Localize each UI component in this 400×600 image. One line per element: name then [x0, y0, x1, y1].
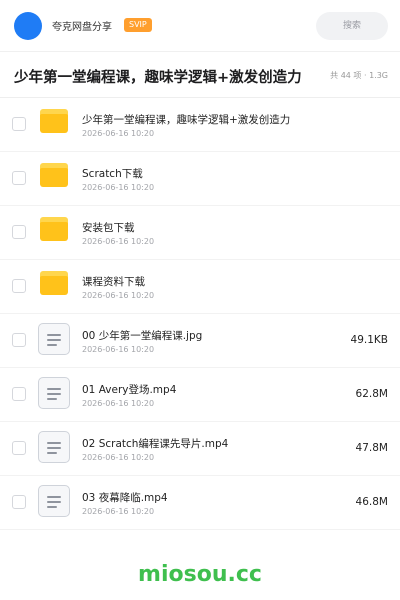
file-size: 49.1KB: [350, 334, 388, 346]
list-item[interactable]: 03 夜幕降临.mp4 2026-06-16 10:20 46.8M: [0, 476, 400, 530]
file-name: 少年第一堂编程课，趣味学逻辑+激发创造力: [82, 114, 291, 126]
file-date: 2026-06-16 10:20: [82, 453, 155, 462]
file-size: 47.8M: [355, 442, 388, 454]
select-checkbox[interactable]: [12, 333, 26, 347]
select-checkbox[interactable]: [12, 495, 26, 509]
file-name: 03 夜幕降临.mp4: [82, 492, 168, 504]
avatar[interactable]: [14, 12, 42, 40]
folder-icon: [40, 109, 68, 133]
folder-icon: [40, 217, 68, 241]
file-date: 2026-06-16 10:20: [82, 399, 155, 408]
folder-icon: [40, 163, 68, 187]
file-date: 2026-06-16 10:20: [82, 237, 155, 246]
share-owner-name: 夸克网盘分享: [52, 22, 112, 33]
document-icon: [38, 323, 70, 355]
file-size: 46.8M: [355, 496, 388, 508]
select-checkbox[interactable]: [12, 441, 26, 455]
file-date: 2026-06-16 10:20: [82, 129, 155, 138]
select-checkbox[interactable]: [12, 279, 26, 293]
select-checkbox[interactable]: [12, 387, 26, 401]
list-item[interactable]: 01 Avery登场.mp4 2026-06-16 10:20 62.8M: [0, 368, 400, 422]
list-item[interactable]: 少年第一堂编程课，趣味学逻辑+激发创造力 2026-06-16 10:20: [0, 98, 400, 152]
file-date: 2026-06-16 10:20: [82, 183, 155, 192]
list-item[interactable]: 课程资料下载 2026-06-16 10:20: [0, 260, 400, 314]
title-bar: 少年第一堂编程课，趣味学逻辑+激发创造力 共 44 项 · 1.3G: [0, 52, 400, 98]
folder-icon: [40, 271, 68, 295]
file-size: 62.8M: [355, 388, 388, 400]
file-name: Scratch下载: [82, 168, 143, 180]
svip-badge: SVIP: [124, 18, 152, 32]
search-button[interactable]: 搜索: [316, 12, 388, 40]
list-item[interactable]: 02 Scratch编程课先导片.mp4 2026-06-16 10:20 47.8…: [0, 422, 400, 476]
file-name: 安装包下载: [82, 222, 135, 234]
file-name: 00 少年第一堂编程课.jpg: [82, 330, 203, 342]
document-icon: [38, 377, 70, 409]
list-item[interactable]: 00 少年第一堂编程课.jpg 2026-06-16 10:20 49.1KB: [0, 314, 400, 368]
file-name: 01 Avery登场.mp4: [82, 384, 177, 396]
document-icon: [38, 431, 70, 463]
list-item[interactable]: 安装包下载 2026-06-16 10:20: [0, 206, 400, 260]
select-checkbox[interactable]: [12, 117, 26, 131]
file-date: 2026-06-16 10:20: [82, 345, 155, 354]
list-item[interactable]: Scratch下载 2026-06-16 10:20: [0, 152, 400, 206]
select-checkbox[interactable]: [12, 171, 26, 185]
item-count-size: 共 44 项 · 1.3G: [330, 71, 388, 80]
watermark-text: miosou.cc: [138, 562, 262, 587]
file-date: 2026-06-16 10:20: [82, 507, 155, 516]
file-name: 课程资料下载: [82, 276, 145, 288]
page-title: 少年第一堂编程课，趣味学逻辑+激发创造力: [14, 70, 302, 86]
document-icon: [38, 485, 70, 517]
file-date: 2026-06-16 10:20: [82, 291, 155, 300]
top-header: 夸克网盘分享 SVIP 搜索: [0, 0, 400, 52]
file-name: 02 Scratch编程课先导片.mp4: [82, 438, 229, 450]
file-list: 少年第一堂编程课，趣味学逻辑+激发创造力 2026-06-16 10:20 Scra…: [0, 98, 400, 530]
select-checkbox[interactable]: [12, 225, 26, 239]
